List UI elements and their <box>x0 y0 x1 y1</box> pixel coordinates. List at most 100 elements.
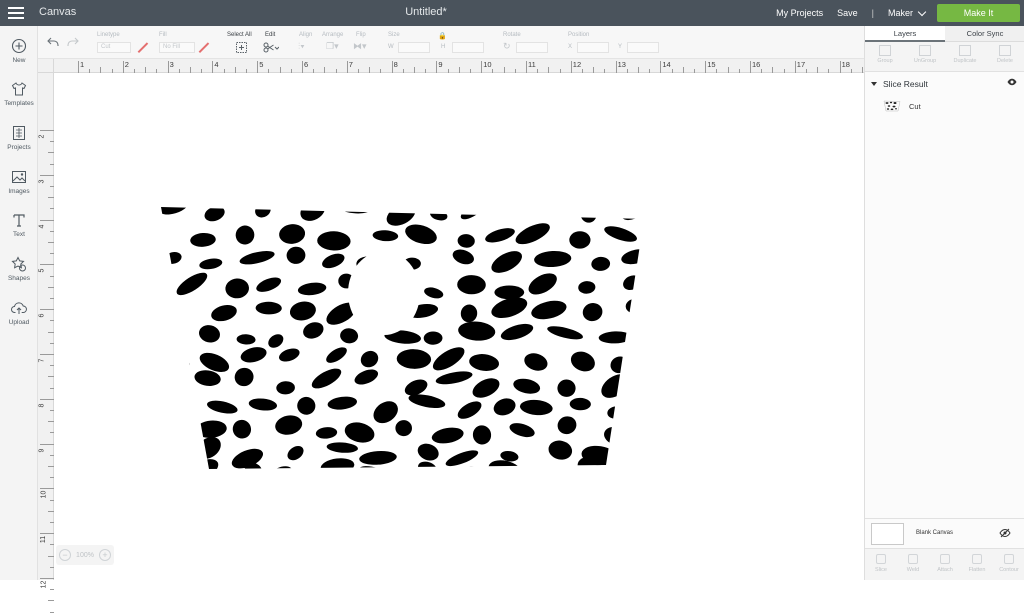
pattern-spot <box>161 459 171 469</box>
position-x-label: X <box>568 44 573 50</box>
position-y-input[interactable] <box>627 42 659 53</box>
ruler-number: 18 <box>841 60 850 69</box>
my-projects-link[interactable]: My Projects <box>776 8 823 18</box>
make-it-button[interactable]: Make It <box>937 4 1020 22</box>
fill-color-swatch[interactable] <box>198 42 210 52</box>
pattern-spot <box>491 251 522 273</box>
nav-text[interactable]: Text <box>0 212 38 238</box>
pattern-spot <box>488 460 522 469</box>
document-title[interactable]: Untitled* <box>0 6 852 18</box>
slice-icon <box>876 554 886 564</box>
height-input[interactable] <box>452 42 484 53</box>
pattern-spot <box>457 401 482 419</box>
image-icon <box>12 171 26 183</box>
eye-icon[interactable] <box>1007 77 1017 87</box>
duplicate-button-label: Duplicate <box>953 58 977 64</box>
pattern-spot <box>424 287 444 299</box>
nav-images[interactable]: Images <box>0 169 38 195</box>
ruler-number: 12 <box>572 60 582 69</box>
contour-button-label: Contour <box>999 567 1019 573</box>
pattern-spot <box>478 172 510 198</box>
scissors-icon[interactable] <box>263 42 279 53</box>
zoom-in-button[interactable]: + <box>99 549 111 561</box>
arrange-icon[interactable]: ❐▾ <box>326 41 339 52</box>
ruler-number: 8 <box>393 60 398 69</box>
linetype-select[interactable]: Cut <box>97 42 131 53</box>
pattern-spot <box>327 396 358 410</box>
machine-label: Maker <box>887 8 913 18</box>
position-x-input[interactable] <box>577 42 609 53</box>
duplicate-button[interactable]: Duplicate <box>945 42 985 71</box>
layer-group-row[interactable]: Slice Result <box>871 77 1021 91</box>
eye-hidden-icon[interactable] <box>999 528 1011 538</box>
linetype-label: Linetype <box>97 32 120 38</box>
weld-button[interactable]: Weld <box>897 549 929 580</box>
pattern-spot <box>534 250 572 268</box>
design-canvas[interactable] <box>54 73 864 580</box>
blank-canvas-swatch[interactable] <box>871 523 904 545</box>
pattern-spot <box>457 275 486 295</box>
group-button[interactable]: Group <box>865 42 905 71</box>
zoom-level: 100% <box>76 551 94 559</box>
pattern-spot <box>396 349 432 369</box>
flip-icon[interactable]: ⧓▾ <box>353 41 367 52</box>
flip-label: Flip <box>356 32 366 38</box>
select-all-icon[interactable] <box>236 42 247 53</box>
ruler-number: 10 <box>483 60 492 69</box>
pattern-spot <box>161 281 175 302</box>
pattern-spot <box>162 354 190 370</box>
nav-templates[interactable]: Templates <box>0 81 38 107</box>
pattern-spot <box>161 322 169 342</box>
pattern-spot <box>431 427 464 444</box>
nav-shapes[interactable]: Shapes <box>0 256 38 282</box>
pattern-spot <box>507 207 528 215</box>
flatten-button[interactable]: Flatten <box>961 549 993 580</box>
pattern-spot <box>458 321 496 341</box>
ruler-number: 10 <box>40 490 48 499</box>
contour-button[interactable]: Contour <box>993 549 1024 580</box>
pattern-spot <box>485 228 515 243</box>
tab-color-sync[interactable]: Color Sync <box>945 26 1024 42</box>
layer-item[interactable]: Cut <box>883 98 1013 114</box>
tab-layers[interactable]: Layers <box>865 26 945 42</box>
pattern-spot <box>460 207 485 220</box>
blank-canvas-row[interactable]: Blank Canvas <box>865 518 1024 548</box>
chevron-down-icon <box>917 7 927 16</box>
slice-button[interactable]: Slice <box>865 549 897 580</box>
fill-select[interactable]: No Fill <box>159 42 195 53</box>
attach-button[interactable]: Attach <box>929 549 961 580</box>
ruler-subtick <box>50 589 54 591</box>
rotate-input[interactable] <box>516 42 548 53</box>
pattern-spot <box>533 467 569 469</box>
width-input[interactable] <box>398 42 430 53</box>
pattern-spot <box>519 399 553 416</box>
ruler-subtick <box>50 611 54 613</box>
nav-upload[interactable]: Upload <box>0 300 38 326</box>
save-button[interactable]: Save <box>837 8 858 18</box>
plus-circle-icon <box>11 38 27 54</box>
align-icon[interactable]: ⫶▾ <box>298 41 305 52</box>
collapse-triangle-icon[interactable] <box>871 82 877 86</box>
machine-select[interactable]: Maker <box>887 7 927 18</box>
pattern-spot <box>423 331 443 345</box>
nav-projects[interactable]: Projects <box>0 125 38 151</box>
pattern-spot <box>287 445 304 461</box>
ruler-number: 9 <box>438 60 443 69</box>
zoom-out-button[interactable]: − <box>59 549 71 561</box>
lock-icon[interactable]: 🔒 <box>438 32 447 40</box>
pattern-spot <box>580 207 597 223</box>
pattern-spot <box>531 300 567 320</box>
slice-result-artwork[interactable] <box>54 73 864 580</box>
delete-button[interactable]: Delete <box>985 42 1024 71</box>
pattern-spot <box>176 272 208 296</box>
undo-icon[interactable] <box>47 37 59 47</box>
pattern-spot <box>191 170 214 194</box>
pattern-spot <box>500 323 534 341</box>
nav-new[interactable]: New <box>0 38 38 64</box>
ungroup-button[interactable]: UnGroup <box>905 42 945 71</box>
trash-icon <box>999 45 1011 56</box>
redo-icon[interactable] <box>67 37 79 47</box>
ruler-tick <box>436 61 438 73</box>
linetype-color-swatch[interactable] <box>137 42 149 52</box>
pattern-spot <box>557 416 577 435</box>
